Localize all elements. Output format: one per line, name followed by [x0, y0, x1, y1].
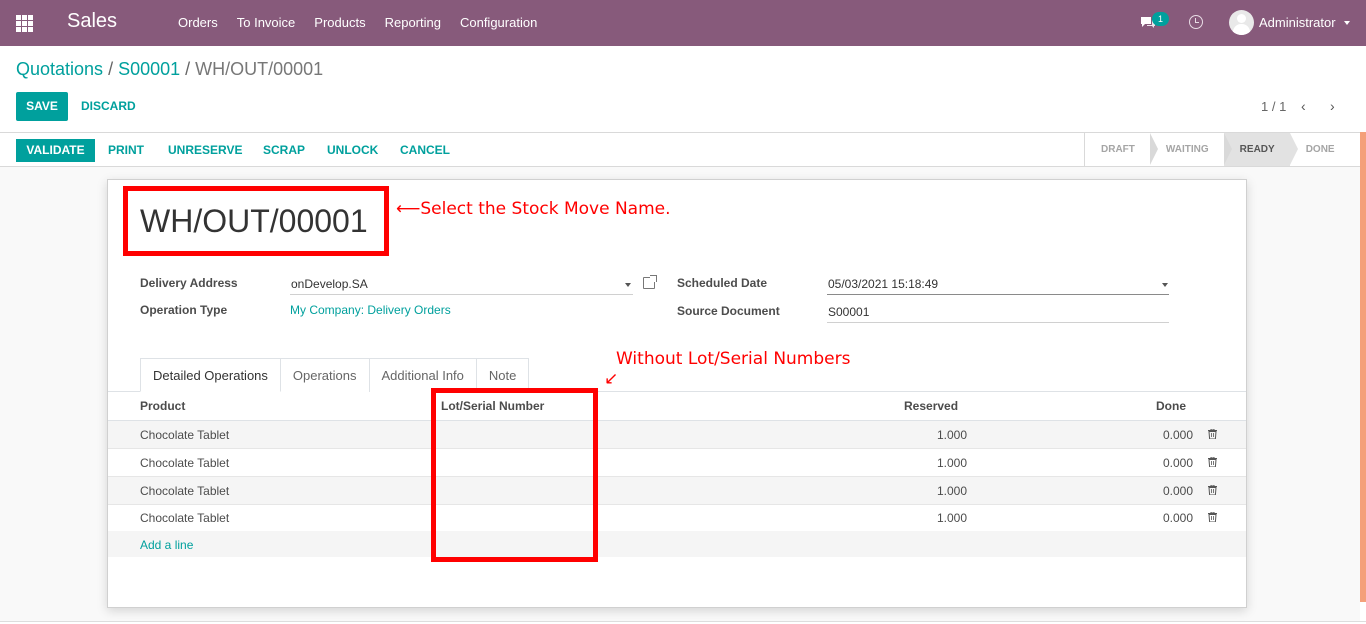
row-done[interactable]: 0.000	[1163, 484, 1193, 498]
delivery-address-dropdown-icon[interactable]	[625, 283, 631, 287]
row-reserved: 1.000	[937, 511, 968, 525]
user-avatar[interactable]	[1229, 10, 1254, 35]
trash-icon[interactable]	[1208, 485, 1217, 495]
table-footer	[108, 531, 1246, 557]
user-menu-caret-icon[interactable]	[1344, 21, 1350, 25]
scrollbar-accent	[1360, 132, 1366, 602]
status-bar: VALIDATE PRINT UNRESERVE SCRAP UNLOCK CA…	[0, 132, 1366, 167]
stage-done: DONE	[1290, 133, 1350, 166]
scheduled-date-underline	[827, 294, 1169, 295]
source-document-label: Source Document	[677, 304, 780, 318]
breadcrumb-quotations[interactable]: Quotations	[16, 59, 103, 79]
stage-waiting: WAITING	[1150, 133, 1232, 166]
stage-pipeline: DRAFT WAITING READY DONE	[1084, 133, 1350, 166]
user-name[interactable]: Administrator	[1259, 15, 1336, 30]
column-header-done[interactable]: Done	[1156, 399, 1186, 413]
source-document-underline	[827, 322, 1169, 323]
row-product: Chocolate Tablet	[140, 484, 230, 498]
breadcrumb-separator: /	[108, 59, 114, 79]
stage-label: READY	[1239, 144, 1275, 155]
breadcrumb-current: WH/OUT/00001	[195, 59, 324, 79]
breadcrumb-sale-order[interactable]: S00001	[118, 59, 180, 79]
menu-item-to-invoice[interactable]: To Invoice	[237, 15, 296, 30]
annotation-name-note: ⟵Select the Stock Move Name.	[396, 199, 671, 219]
app-name[interactable]: Sales	[67, 10, 117, 33]
annotation-lot-note: Without Lot/Serial Numbers	[616, 349, 851, 369]
activity-clock-icon[interactable]	[1189, 15, 1203, 29]
page-bottom-divider	[0, 621, 1366, 622]
row-product: Chocolate Tablet	[140, 456, 230, 470]
tab-note[interactable]: Note	[475, 358, 530, 392]
row-product: Chocolate Tablet	[140, 511, 230, 525]
external-link-icon[interactable]	[643, 275, 657, 289]
row-done[interactable]: 0.000	[1163, 428, 1193, 442]
notebook-tabs: Detailed Operations Operations Additiona…	[140, 358, 530, 392]
delivery-address-field[interactable]: onDevelop.SA	[291, 277, 368, 291]
stage-label: DONE	[1305, 144, 1335, 155]
delivery-address-underline	[290, 294, 633, 295]
operation-type-label: Operation Type	[140, 303, 228, 317]
tab-detailed-operations[interactable]: Detailed Operations	[140, 358, 281, 392]
stage-label: DRAFT	[1101, 144, 1135, 155]
row-reserved: 1.000	[937, 456, 968, 470]
table-row[interactable]: Chocolate Tablet 1.000 0.000	[108, 504, 1246, 532]
operation-type-field[interactable]: My Company: Delivery Orders	[290, 303, 451, 317]
unreserve-button[interactable]: UNRESERVE	[168, 143, 242, 157]
annotation-arrow-down: ↙	[604, 369, 619, 389]
trash-icon[interactable]	[1208, 457, 1217, 467]
row-done[interactable]: 0.000	[1163, 511, 1193, 525]
top-navbar: Sales Orders To Invoice Products Reporti…	[0, 0, 1366, 46]
breadcrumb-separator: /	[185, 59, 191, 79]
pager-value: 1 / 1	[1261, 99, 1287, 114]
scheduled-date-dropdown-icon[interactable]	[1162, 283, 1168, 287]
discard-button[interactable]: DISCARD	[81, 99, 136, 113]
stage-ready: READY	[1223, 133, 1298, 166]
main-menu: Orders To Invoice Products Reporting Con…	[178, 15, 556, 30]
apps-menu-icon[interactable]	[16, 15, 33, 32]
trash-icon[interactable]	[1208, 429, 1217, 439]
table-row[interactable]: Chocolate Tablet 1.000 0.000	[108, 449, 1246, 477]
row-done[interactable]: 0.000	[1163, 456, 1193, 470]
pager-previous-icon[interactable]: ‹	[1301, 98, 1306, 114]
scheduled-date-label: Scheduled Date	[677, 276, 768, 290]
unlock-button[interactable]: UNLOCK	[327, 143, 378, 157]
scrap-button[interactable]: SCRAP	[263, 143, 305, 157]
delivery-address-label: Delivery Address	[140, 276, 238, 290]
pager-next-icon[interactable]: ›	[1330, 98, 1335, 114]
validate-button[interactable]: VALIDATE	[16, 139, 95, 162]
annotation-arrow-left: ⟵	[396, 199, 421, 219]
table-row[interactable]: Chocolate Tablet 1.000 0.000	[108, 477, 1246, 505]
menu-item-reporting[interactable]: Reporting	[385, 15, 441, 30]
column-header-reserved[interactable]: Reserved	[904, 399, 958, 413]
menu-item-configuration[interactable]: Configuration	[460, 15, 537, 30]
column-header-product[interactable]: Product	[140, 399, 185, 413]
trash-icon[interactable]	[1208, 512, 1217, 522]
annotation-box-lot-column	[431, 388, 598, 562]
save-button[interactable]: SAVE	[16, 92, 68, 121]
annotation-box-record-name	[123, 186, 389, 256]
source-document-field[interactable]: S00001	[828, 305, 869, 319]
stage-label: WAITING	[1165, 144, 1209, 155]
row-product: Chocolate Tablet	[140, 428, 230, 442]
cancel-button[interactable]: CANCEL	[400, 143, 450, 157]
breadcrumb: Quotations / S00001/WH/OUT/00001	[16, 59, 323, 80]
row-reserved: 1.000	[937, 428, 968, 442]
stage-draft: DRAFT	[1085, 133, 1158, 166]
menu-item-products[interactable]: Products	[314, 15, 365, 30]
annotation-name-text: Select the Stock Move Name.	[420, 199, 671, 219]
add-line-link[interactable]: Add a line	[140, 538, 193, 552]
chat-count-badge: 1	[1152, 12, 1169, 26]
row-reserved: 1.000	[937, 484, 968, 498]
tab-operations[interactable]: Operations	[279, 358, 370, 392]
menu-item-orders[interactable]: Orders	[178, 15, 218, 30]
table-row[interactable]: Chocolate Tablet 1.000 0.000	[108, 421, 1246, 449]
print-button[interactable]: PRINT	[108, 143, 144, 157]
scheduled-date-field[interactable]: 05/03/2021 15:18:49	[828, 277, 938, 291]
tab-additional-info[interactable]: Additional Info	[368, 358, 477, 392]
